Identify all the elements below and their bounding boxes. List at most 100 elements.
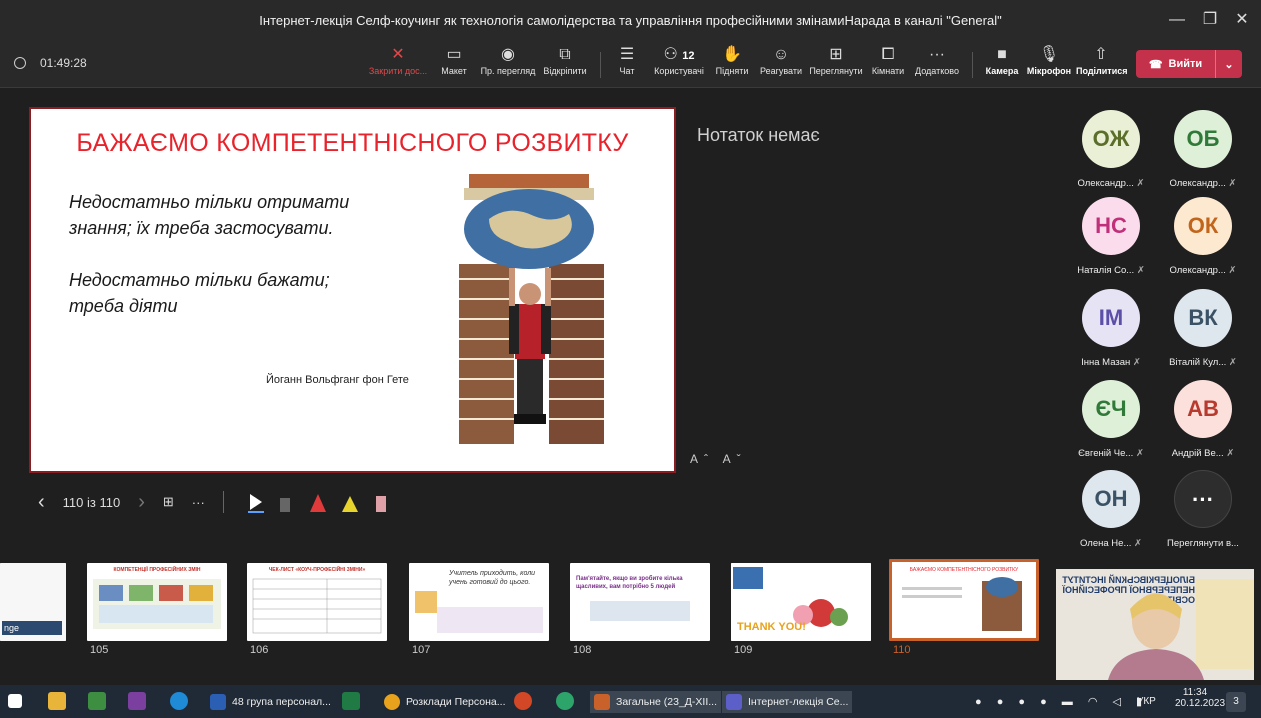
view-all-participants-button[interactable]: ··· Переглянути в... bbox=[1158, 470, 1248, 560]
excel-icon[interactable] bbox=[342, 692, 360, 710]
windows-start-icon[interactable] bbox=[8, 694, 22, 708]
participant-tile[interactable]: ОЖ Олександр... ✗ bbox=[1066, 110, 1156, 200]
participant-name: Наталія Со... ✗ bbox=[1077, 265, 1145, 276]
mic-muted-icon: ✗ bbox=[1132, 357, 1141, 368]
taskbar-item-teams-general[interactable]: Загальне (23_Д-ХІІ... bbox=[590, 691, 721, 713]
taskbar-item-teams-lecture[interactable]: Інтернет-лекція Се... bbox=[722, 691, 853, 713]
participant-tile[interactable]: ЄЧ Євгеній Че... ✗ bbox=[1066, 380, 1156, 470]
participant-tile[interactable]: АВ Андрій Ве... ✗ bbox=[1158, 380, 1248, 470]
slide-thumbnail-109[interactable]: THANK YOU! bbox=[731, 563, 871, 641]
taskbar-item-chrome[interactable]: Розклади Персона... bbox=[380, 691, 510, 713]
red-pen-icon bbox=[309, 494, 326, 512]
camera-icon: ■ bbox=[997, 46, 1007, 63]
slide-thumbnail-105[interactable]: КОМПЕТЕНЦІЇ ПРОФЕСІЙНИХ ЗМІН bbox=[87, 563, 227, 641]
teams-icon bbox=[726, 694, 742, 710]
meeting-timer: 01:49:28 bbox=[14, 56, 87, 70]
divider bbox=[222, 491, 224, 513]
presenter-video[interactable]: БІЛОЦЕРКІВСЬКИЙ ІНСТИТУТ НЕПЕРЕРВНОЇ ПРО… bbox=[1056, 569, 1254, 680]
language-indicator[interactable]: УКР bbox=[1137, 696, 1156, 707]
more-icon: ··· bbox=[1174, 470, 1232, 528]
skype-icon[interactable] bbox=[170, 692, 188, 710]
eraser-icon bbox=[279, 498, 290, 512]
slide-thumbnail-106[interactable]: ЧЕК-ЛИСТ «КОУЧ-ПРОФЕСІЙНІ ЗМІНИ» bbox=[247, 563, 387, 641]
avatar: НС bbox=[1082, 197, 1140, 255]
grid-view-icon[interactable]: ⊞ bbox=[163, 494, 174, 510]
participant-tile[interactable]: ІМ Інна Мазан ✗ bbox=[1066, 289, 1156, 379]
more-options-icon[interactable]: ··· bbox=[192, 495, 205, 510]
avatar: ОН bbox=[1082, 470, 1140, 528]
stop-sharing-button[interactable]: ✕ Закрити дос... bbox=[368, 44, 428, 84]
rooms-button[interactable]: ⧠ Кімнати bbox=[868, 44, 908, 84]
share-button[interactable]: ⇧ Поділитися bbox=[1076, 44, 1128, 84]
participant-tile[interactable]: ВК Віталій Кул... ✗ bbox=[1158, 289, 1248, 379]
slide-title: БАЖАЄМО КОМПЕТЕНТНІСНОГО РОЗВИТКУ bbox=[76, 129, 629, 157]
powerpoint-icon[interactable] bbox=[514, 692, 532, 710]
participant-tile[interactable]: ОБ Олександр... ✗ bbox=[1158, 110, 1248, 200]
slide-thumbnail-110-active[interactable]: БАЖАЄМО КОМПЕТЕНТНІСНОГО РОЗВИТКУ bbox=[889, 559, 1039, 641]
app-icon[interactable] bbox=[88, 692, 106, 710]
participant-name: Андрій Ве... ✗ bbox=[1171, 448, 1235, 459]
minimize-button[interactable]: — bbox=[1165, 8, 1189, 32]
next-slide-button[interactable]: › bbox=[138, 491, 145, 514]
leave-button[interactable]: ☎ Вийти ⌄ bbox=[1136, 50, 1242, 78]
notes-empty-text: Нотаток немає bbox=[697, 125, 820, 145]
word-icon bbox=[210, 694, 226, 710]
maximize-button[interactable]: ❐ bbox=[1198, 8, 1222, 32]
mic-muted-icon: ✗ bbox=[1228, 265, 1237, 276]
slide-thumbnail-108[interactable]: Пам'ятайте, якщо ви зробите кілька щасли… bbox=[570, 563, 710, 641]
onenote-icon[interactable] bbox=[128, 692, 146, 710]
raise-hand-button[interactable]: ✋ Підняти bbox=[712, 44, 752, 84]
chat-button[interactable]: ☰ Чат bbox=[612, 44, 642, 84]
more-button[interactable]: ··· Додатково bbox=[912, 44, 962, 84]
title-bar: Інтернет-лекція Селф-коучинг як технолог… bbox=[0, 0, 1261, 40]
people-count: 12 bbox=[682, 50, 695, 62]
slide-quote-line: знання; їх треба застосувати. bbox=[69, 218, 334, 238]
layout-button[interactable]: ▭ Макет bbox=[436, 44, 472, 84]
people-button[interactable]: ⚇ 12 Користувачі bbox=[652, 44, 706, 84]
microphone-button[interactable]: 🎙 Мікрофон bbox=[1026, 44, 1072, 84]
taskbar-item-word[interactable]: 48 група персонал... bbox=[206, 691, 335, 713]
participant-tile[interactable]: ОН Олена Не... ✗ bbox=[1066, 470, 1156, 560]
microphone-icon: 🎙 bbox=[1038, 46, 1060, 63]
avatar: ІМ bbox=[1082, 289, 1140, 347]
teams-window: Інтернет-лекція Селф-коучинг як технолог… bbox=[0, 0, 1261, 718]
slide-thumbnail-107[interactable]: Учитель приходить, коли учень готовий до… bbox=[409, 563, 549, 641]
participant-name: Інна Мазан ✗ bbox=[1081, 357, 1141, 368]
clock[interactable]: 11:34 20.12.2023 bbox=[1175, 687, 1225, 709]
file-explorer-icon[interactable] bbox=[48, 692, 66, 710]
phone-icon: ☎ bbox=[1148, 58, 1163, 71]
react-button[interactable]: ☺ Реагувати bbox=[758, 44, 804, 84]
close-window-button[interactable]: ✕ bbox=[1230, 8, 1254, 32]
participant-name: Віталій Кул... ✗ bbox=[1169, 357, 1237, 368]
shield-icon bbox=[14, 57, 26, 69]
participant-name: Олександр... ✗ bbox=[1169, 178, 1237, 189]
edge-icon[interactable] bbox=[556, 692, 574, 710]
thumbnail-number-active: 110 bbox=[893, 644, 911, 656]
slide-thumbnail-partial[interactable]: nge bbox=[0, 563, 66, 641]
share-icon: ⇧ bbox=[1094, 46, 1108, 63]
avatar: ЄЧ bbox=[1082, 380, 1140, 438]
preview-button[interactable]: ◉ Пр. перегляд bbox=[480, 44, 536, 84]
leave-dropdown-icon[interactable]: ⌄ bbox=[1216, 58, 1242, 71]
annotation-tools bbox=[247, 494, 386, 513]
thumbnail-number: 107 bbox=[412, 644, 431, 656]
unpin-button[interactable]: ⧉ Відкріпити bbox=[540, 44, 590, 84]
notification-center-icon[interactable]: 3 bbox=[1226, 692, 1246, 712]
participant-tile[interactable]: НС Наталія Со... ✗ bbox=[1066, 197, 1156, 287]
prev-slide-button[interactable]: ‹ bbox=[38, 491, 45, 514]
thumb-books bbox=[902, 577, 1022, 631]
avatar: ОБ bbox=[1174, 110, 1232, 168]
system-tray-icons[interactable]: ● ● ● ● ▬ ◠ ◁ ▮ bbox=[975, 695, 1148, 708]
camera-button[interactable]: ■ Камера bbox=[982, 44, 1022, 84]
font-size-controls[interactable]: Aˆ Aˇ bbox=[690, 452, 747, 466]
people-icon: ⚇ 12 bbox=[663, 46, 695, 63]
toolbar-divider bbox=[600, 52, 601, 78]
layout-icon: ▭ bbox=[446, 46, 462, 63]
thumbnail-number: 105 bbox=[90, 644, 109, 656]
eye-icon: ◉ bbox=[501, 46, 515, 63]
thumb-graphic: nge bbox=[0, 563, 66, 641]
windows-taskbar: 48 група персонал... Розклади Персона...… bbox=[0, 685, 1261, 718]
participant-tile[interactable]: ОК Олександр... ✗ bbox=[1158, 197, 1248, 287]
view-button[interactable]: ⊞ Переглянути bbox=[806, 44, 866, 84]
thank-you-text: THANK YOU! bbox=[737, 621, 806, 633]
